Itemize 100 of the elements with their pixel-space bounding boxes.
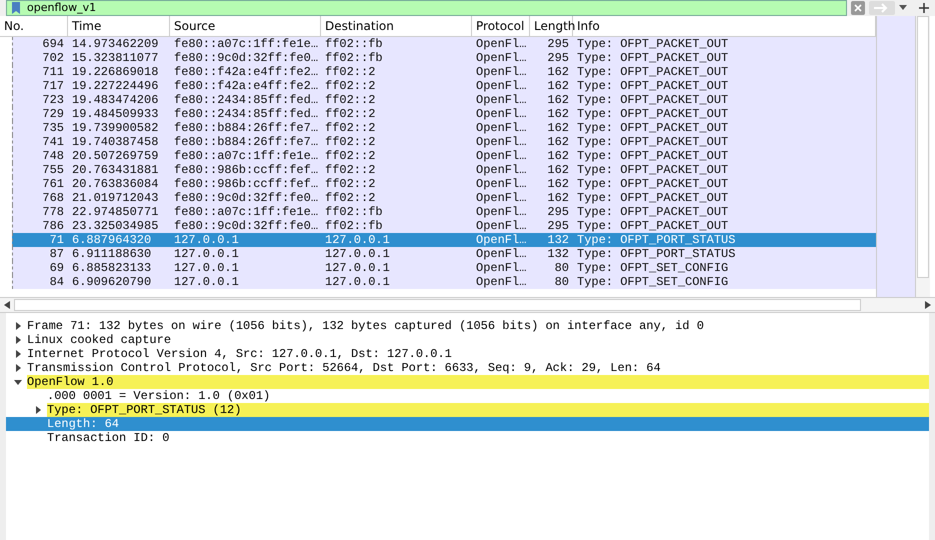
column-header[interactable]: Protocol: [472, 16, 530, 36]
scroll-right-icon[interactable]: [925, 301, 931, 309]
table-cell-text: OpenFl…: [475, 219, 528, 233]
table-cell-text: OpenFl…: [475, 121, 528, 135]
table-cell-text: OpenFl…: [475, 177, 528, 191]
horizontal-scrollbar[interactable]: [0, 297, 935, 312]
expand-arrow-icon[interactable]: [14, 322, 22, 330]
table-cell-text: ff02::2: [324, 191, 376, 205]
table-cell-text: 741: [41, 135, 65, 149]
packet-row[interactable]: 748 20.507269759 fe80::a07c:1ff:fe1e… ff02::2 OpenFl… 162 Type: OFPT_PACKET_OUT: [12, 149, 876, 163]
column-header[interactable]: Time: [68, 16, 170, 36]
add-filter-icon[interactable]: [919, 3, 929, 13]
collapse-arrow-icon[interactable]: [14, 378, 22, 386]
column-header[interactable]: Length: [530, 16, 573, 36]
vertical-scrollbar[interactable]: [915, 16, 930, 297]
table-cell-text: 19.484509933: [71, 107, 160, 121]
table-cell-text: OpenFl…: [475, 233, 528, 247]
table-cell-text: fe80::f42a:e4ff:fe2…: [173, 65, 320, 79]
table-cell-text: OpenFl…: [475, 163, 528, 177]
column-header[interactable]: Source: [170, 16, 321, 36]
detail-row[interactable]: .000 0001 = Version: 1.0 (0x01): [6, 389, 929, 403]
expand-arrow-icon[interactable]: [14, 364, 22, 372]
expand-arrow-icon[interactable]: [14, 350, 22, 358]
packet-row[interactable]: 729 19.484509933 fe80::2434:85ff:fed… ff02::2 OpenFl… 162 Type: OFPT_PACKET_OUT: [12, 107, 876, 121]
table-cell-text: 69: [48, 261, 65, 275]
table-cell-text: OpenFl…: [475, 93, 528, 107]
table-cell-text: 19.483474206: [71, 93, 160, 107]
packet-row[interactable]: 755 20.763431881 fe80::986b:ccff:fef… ff02::2 OpenFl… 162 Type: OFPT_PACKET_OUT: [12, 163, 876, 177]
table-cell-text: ff02::2: [324, 93, 376, 107]
display-filter-field[interactable]: openflow_v1: [6, 0, 847, 16]
table-cell-text: 162: [546, 121, 570, 135]
expand-arrow-icon[interactable]: [14, 336, 22, 344]
detail-row[interactable]: Frame 71: 132 bytes on wire (1056 bits), 132 bytes captured (1056 bits) on interface any, id 0: [6, 319, 929, 333]
packet-row[interactable]: 71 6.887964320 127.0.0.1 127.0.0.1 OpenFl… 132 Type: OFPT_PORT_STATUS: [12, 233, 876, 247]
expand-arrow-icon[interactable]: [34, 406, 42, 414]
table-cell-text: 20.763836084: [71, 177, 160, 191]
packet-row[interactable]: 768 21.019712043 fe80::9c0d:32ff:fe0… ff02::2 OpenFl… 162 Type: OFPT_PACKET_OUT: [12, 191, 876, 205]
table-cell-text: 19.226869018: [71, 65, 160, 79]
table-cell-text: 162: [546, 177, 570, 191]
packet-row[interactable]: 741 19.740387458 fe80::b884:26ff:fe7… ff02::2 OpenFl… 162 Type: OFPT_PACKET_OUT: [12, 135, 876, 149]
table-cell-text: 786: [41, 219, 65, 233]
column-header[interactable]: No.: [0, 16, 68, 36]
table-cell-text: Type: OFPT_PACKET_OUT: [576, 121, 730, 135]
table-cell-text: 127.0.0.1: [324, 233, 391, 247]
bookmark-icon[interactable]: [11, 2, 21, 14]
table-cell-text: 694: [41, 37, 65, 51]
table-cell-text: 132: [546, 247, 570, 261]
table-cell-text: OpenFl…: [475, 191, 528, 205]
packet-row[interactable]: 786 23.325034985 fe80::9c0d:32ff:fe0… ff02::fb OpenFl… 295 Type: OFPT_PACKET_OUT: [12, 219, 876, 233]
table-cell-text: ff02::2: [324, 177, 376, 191]
packet-row[interactable]: 711 19.226869018 fe80::f42a:e4ff:fe2… ff02::2 OpenFl… 162 Type: OFPT_PACKET_OUT: [12, 65, 876, 79]
scroll-left-icon[interactable]: [4, 301, 10, 309]
table-cell-text: ff02::2: [324, 121, 376, 135]
packet-row[interactable]: 87 6.911188630 127.0.0.1 127.0.0.1 OpenFl… 132 Type: OFPT_PORT_STATUS: [12, 247, 876, 261]
table-cell-text: fe80::9c0d:32ff:fe0…: [173, 219, 320, 233]
table-cell-text: OpenFl…: [475, 37, 528, 51]
table-cell-text: 14.973462209: [71, 37, 160, 51]
table-cell-text: Type: OFPT_PACKET_OUT: [576, 191, 730, 205]
packet-row[interactable]: 735 19.739900582 fe80::b884:26ff:fe7… ff02::2 OpenFl… 162 Type: OFPT_PACKET_OUT: [12, 121, 876, 135]
table-cell-text: OpenFl…: [475, 51, 528, 65]
table-cell-text: ff02::fb: [324, 205, 384, 219]
table-cell-text: fe80::f42a:e4ff:fe2…: [173, 79, 320, 93]
detail-row[interactable]: Internet Protocol Version 4, Src: 127.0.0.1, Dst: 127.0.0.1: [6, 347, 929, 361]
table-cell-text: 295: [546, 205, 570, 219]
table-cell-text: 162: [546, 149, 570, 163]
packet-row[interactable]: 778 22.974850771 fe80::a07c:1ff:fe1e… ff02::fb OpenFl… 295 Type: OFPT_PACKET_OUT: [12, 205, 876, 219]
detail-row[interactable]: Length: 64: [6, 417, 929, 431]
table-cell-text: ff02::2: [324, 65, 376, 79]
packet-row[interactable]: 694 14.973462209 fe80::a07c:1ff:fe1e… ff02::fb OpenFl… 295 Type: OFPT_PACKET_OUT: [12, 37, 876, 51]
detail-row[interactable]: Transmission Control Protocol, Src Port: 52664, Dst Port: 6633, Seq: 9, Ack: 29, Len: 64: [6, 361, 929, 375]
table-cell-text: 71: [48, 233, 65, 247]
table-cell-text: Type: OFPT_PACKET_OUT: [576, 163, 730, 177]
detail-row[interactable]: Transaction ID: 0: [6, 431, 929, 445]
column-header[interactable]: Destination: [321, 16, 472, 36]
table-cell-text: 755: [41, 163, 65, 177]
table-cell-text: OpenFl…: [475, 107, 528, 121]
packet-row[interactable]: 69 6.885823133 127.0.0.1 127.0.0.1 OpenFl… 80 Type: OFPT_SET_CONFIG: [12, 261, 876, 275]
packet-row[interactable]: 84 6.909620790 127.0.0.1 127.0.0.1 OpenFl… 80 Type: OFPT_SET_CONFIG: [12, 275, 876, 289]
packet-row[interactable]: 702 15.323811077 fe80::9c0d:32ff:fe0… ff02::fb OpenFl… 295 Type: OFPT_PACKET_OUT: [12, 51, 876, 65]
table-cell-text: Type: OFPT_PORT_STATUS: [576, 233, 736, 247]
clear-icon[interactable]: [851, 1, 865, 15]
packet-row[interactable]: 761 20.763836084 fe80::986b:ccff:fef… ff02::2 OpenFl… 162 Type: OFPT_PACKET_OUT: [12, 177, 876, 191]
table-cell-text: 19.739900582: [71, 121, 160, 135]
table-cell-text: fe80::a07c:1ff:fe1e…: [173, 37, 320, 51]
table-cell-text: OpenFl…: [475, 135, 528, 149]
table-cell-text: 127.0.0.1: [324, 247, 391, 261]
table-cell-text: Type: OFPT_SET_CONFIG: [576, 261, 730, 275]
table-cell-text: Type: OFPT_PACKET_OUT: [576, 107, 730, 121]
table-cell-text: ff02::2: [324, 135, 376, 149]
table-cell-text: 19.227224496: [71, 79, 160, 93]
table-cell-text: ff02::fb: [324, 37, 384, 51]
detail-row[interactable]: Linux cooked capture: [6, 333, 929, 347]
table-cell-text: 127.0.0.1: [324, 261, 391, 275]
table-cell-text: ff02::2: [324, 107, 376, 121]
table-cell-text: fe80::986b:ccff:fef…: [173, 177, 320, 191]
packet-row[interactable]: 723 19.483474206 fe80::2434:85ff:fed… ff02::2 OpenFl… 162 Type: OFPT_PACKET_OUT: [12, 93, 876, 107]
table-cell-text: ff02::fb: [324, 219, 384, 233]
table-cell-text: ff02::2: [324, 79, 376, 93]
dropdown-caret-icon[interactable]: [899, 5, 907, 11]
packet-row[interactable]: 717 19.227224496 fe80::f42a:e4ff:fe2… ff02::2 OpenFl… 162 Type: OFPT_PACKET_OUT: [12, 79, 876, 93]
